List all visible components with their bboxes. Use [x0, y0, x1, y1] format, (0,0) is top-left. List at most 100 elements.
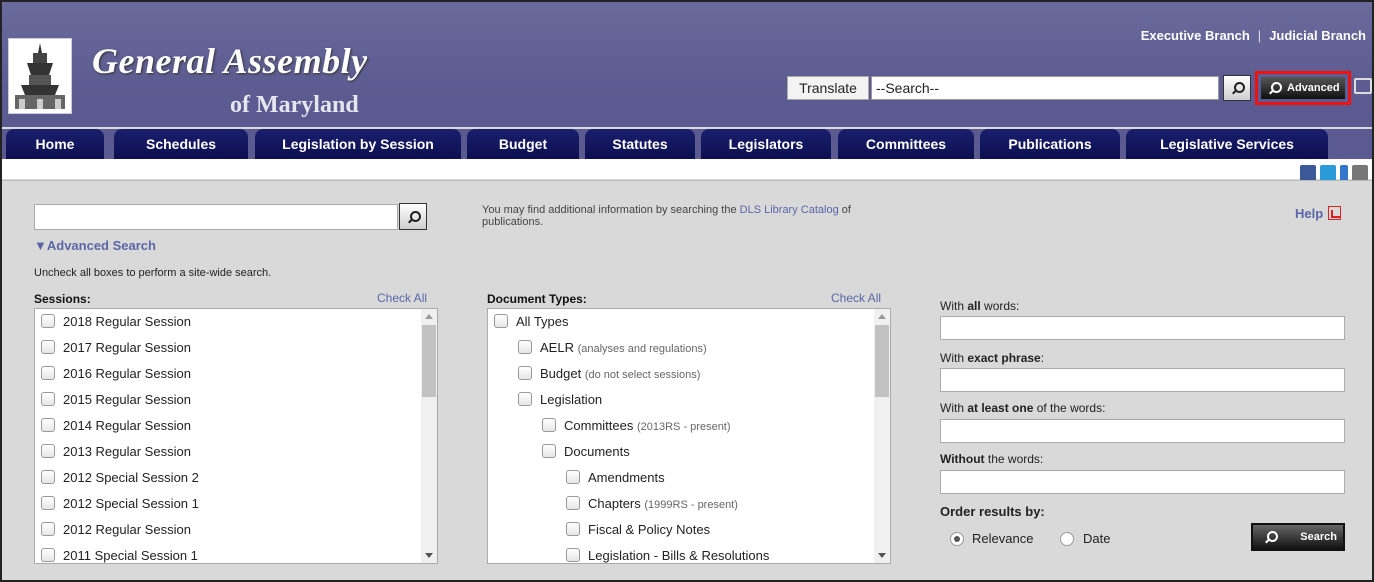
search-icon: [1232, 82, 1245, 94]
scroll-down-icon[interactable]: [425, 553, 433, 558]
executive-branch-link[interactable]: Executive Branch: [1141, 28, 1250, 43]
document-type-checkbox[interactable]: [566, 522, 580, 536]
document-type-label: Fiscal & Policy Notes: [588, 522, 710, 537]
date-label[interactable]: Date: [1083, 531, 1110, 546]
nav-tab-legislation-by-session[interactable]: Legislation by Session: [255, 129, 461, 159]
document-type-checkbox[interactable]: [542, 418, 556, 432]
scroll-thumb[interactable]: [422, 325, 436, 397]
document-type-checkbox[interactable]: [542, 444, 556, 458]
site-subtitle: of Maryland: [230, 92, 359, 118]
sessions-listbox[interactable]: 2018 Regular Session 2017 Regular Session…: [34, 308, 438, 564]
site-header: General Assembly of Maryland Executive B…: [2, 2, 1372, 127]
session-checkbox[interactable]: [41, 392, 55, 406]
nav-tab-publications[interactable]: Publications: [980, 129, 1120, 159]
document-type-name: Chapters: [588, 496, 641, 511]
document-type-note: (2013RS - present): [636, 421, 731, 433]
session-label: 2016 Regular Session: [63, 366, 191, 381]
document-type-name: All Types: [516, 314, 569, 329]
document-type-checkbox[interactable]: [566, 496, 580, 510]
document-type-checkbox[interactable]: [494, 314, 508, 328]
divider: |: [1257, 28, 1262, 43]
document-type-name: Fiscal & Policy Notes: [588, 522, 711, 537]
facebook-icon[interactable]: [1300, 165, 1316, 181]
session-label: 2012 Regular Session: [63, 522, 191, 537]
sessions-scrollbar[interactable]: [421, 309, 437, 563]
sessions-label: Sessions:: [34, 292, 91, 306]
search-button[interactable]: Search: [1251, 523, 1345, 551]
document-type-label: Budget (do not select sessions): [540, 366, 700, 381]
dls-note-text: You may find additional information by s…: [482, 204, 740, 216]
help-link[interactable]: Help: [1295, 206, 1342, 221]
session-checkbox[interactable]: [41, 444, 55, 458]
advanced-label: Advanced: [1287, 82, 1340, 94]
session-label: 2013 Regular Session: [63, 444, 191, 459]
keyword-search-button[interactable]: [399, 203, 427, 230]
document-type-label: Chapters (1999RS - present): [588, 496, 738, 511]
session-checkbox[interactable]: [41, 340, 55, 354]
nav-tab-statutes[interactable]: Statutes: [585, 129, 695, 159]
document-types-listbox[interactable]: All Types AELR (analyses and regulations)…: [487, 308, 891, 564]
nav-tab-committees[interactable]: Committees: [838, 129, 974, 159]
advanced-search-toggle[interactable]: ▼Advanced Search: [34, 238, 156, 253]
translate-button[interactable]: Translate: [787, 76, 869, 100]
session-checkbox[interactable]: [41, 496, 55, 510]
twitter-icon[interactable]: [1320, 165, 1336, 181]
relevance-label[interactable]: Relevance: [972, 531, 1033, 546]
session-checkbox[interactable]: [41, 522, 55, 536]
exact-phrase-input[interactable]: [940, 368, 1345, 392]
document-types-scrollbar[interactable]: [874, 309, 890, 563]
advanced-highlight: Advanced: [1255, 71, 1351, 105]
session-checkbox[interactable]: [41, 548, 55, 562]
document-type-note: (do not select sessions): [584, 369, 701, 381]
building-icon[interactable]: [1352, 165, 1368, 181]
without-words-label: Without the words:: [940, 452, 1044, 466]
document-types-label: Document Types:: [487, 292, 587, 306]
state-house-logo[interactable]: [8, 38, 72, 114]
document-type-name: Budget: [540, 366, 582, 381]
document-type-name: AELR: [540, 340, 574, 355]
social-links: [1296, 165, 1368, 181]
dls-note: You may find additional information by s…: [482, 204, 862, 228]
session-checkbox[interactable]: [41, 418, 55, 432]
nav-tab-home[interactable]: Home: [6, 129, 104, 159]
at-least-one-input[interactable]: [940, 419, 1345, 443]
divider: [2, 180, 1372, 181]
session-checkbox[interactable]: [41, 314, 55, 328]
scroll-up-icon[interactable]: [425, 314, 433, 319]
sessions-check-all[interactable]: Check All: [377, 291, 427, 305]
search-button-label: Search: [1300, 531, 1337, 543]
session-label: 2012 Special Session 1: [63, 496, 199, 511]
nav-tab-legislators[interactable]: Legislators: [701, 129, 831, 159]
site-search-input[interactable]: --Search--: [871, 76, 1219, 100]
all-words-label: With all words:: [940, 299, 1020, 313]
nav-tab-budget[interactable]: Budget: [467, 129, 579, 159]
print-icon[interactable]: [1354, 78, 1372, 94]
without-words-input[interactable]: [940, 470, 1345, 494]
scroll-thumb[interactable]: [875, 325, 889, 397]
scroll-up-icon[interactable]: [878, 314, 886, 319]
scroll-down-icon[interactable]: [878, 553, 886, 558]
branch-links: Executive Branch | Judicial Branch: [1141, 28, 1366, 43]
document-type-name: Committees: [564, 418, 634, 433]
dls-library-link[interactable]: DLS Library Catalog: [740, 204, 839, 216]
site-search-button[interactable]: [1223, 75, 1251, 101]
all-words-input[interactable]: [940, 316, 1345, 340]
document-type-checkbox[interactable]: [518, 366, 532, 380]
advanced-search-button[interactable]: Advanced: [1261, 77, 1345, 99]
document-type-checkbox[interactable]: [566, 548, 580, 562]
session-checkbox[interactable]: [41, 470, 55, 484]
document-type-note: (1999RS - present): [644, 499, 738, 511]
date-radio[interactable]: [1060, 532, 1074, 546]
relevance-radio[interactable]: [950, 532, 964, 546]
site-title[interactable]: General Assembly: [92, 40, 368, 82]
session-checkbox[interactable]: [41, 366, 55, 380]
pin-icon[interactable]: [1340, 165, 1348, 181]
nav-tab-legislative-services[interactable]: Legislative Services: [1126, 129, 1328, 159]
nav-tab-schedules[interactable]: Schedules: [114, 129, 248, 159]
document-types-check-all[interactable]: Check All: [831, 291, 881, 305]
document-type-checkbox[interactable]: [566, 470, 580, 484]
keyword-search-input[interactable]: [34, 204, 398, 230]
document-type-checkbox[interactable]: [518, 392, 532, 406]
judicial-branch-link[interactable]: Judicial Branch: [1269, 28, 1366, 43]
document-type-checkbox[interactable]: [518, 340, 532, 354]
